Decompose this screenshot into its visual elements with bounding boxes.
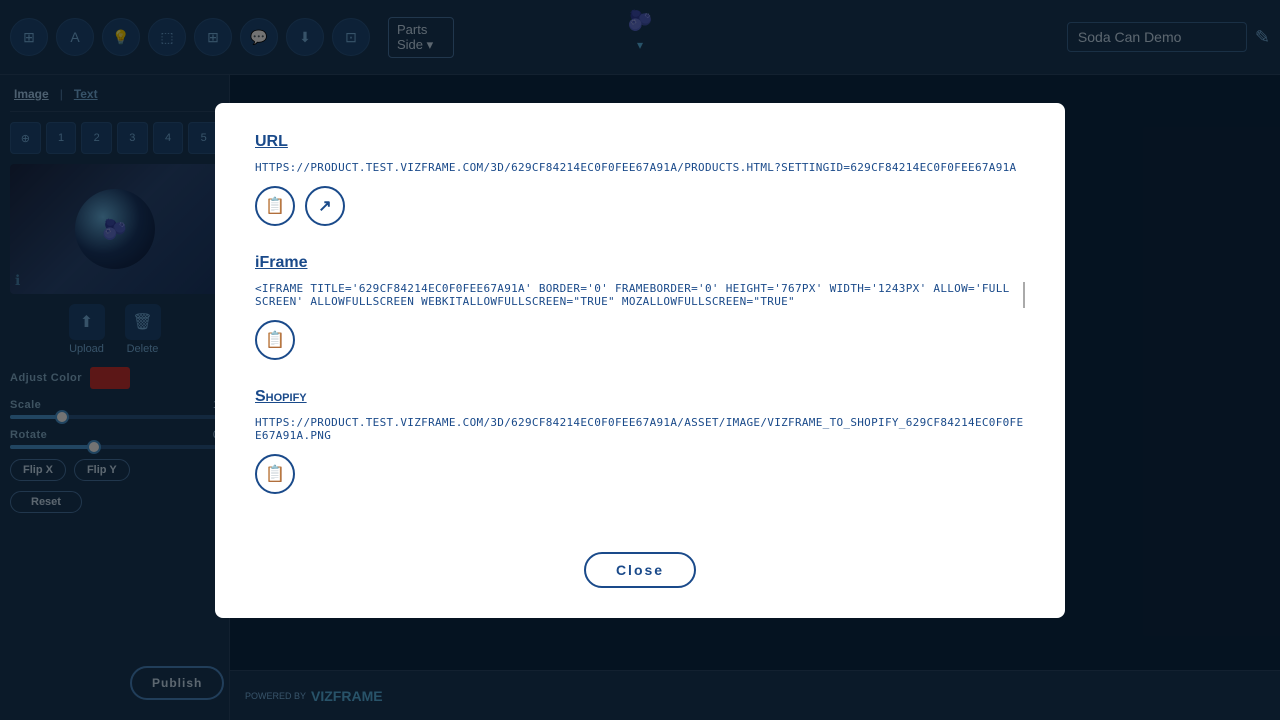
iframe-code-container: <IFRAME TITLE='629CF84214EC0F0FEE67A91A'… [255,282,1025,308]
clipboard-icon: 📋 [265,196,285,216]
shopify-clipboard-icon: 📋 [265,464,285,484]
iframe-copy-button[interactable]: 📋 [255,320,295,360]
shopify-icon-buttons: 📋 [255,454,1025,494]
modal-body: URL HTTPS://PRODUCT.TEST.VIZFRAME.COM/3D… [255,133,1025,522]
iframe-section-title: iFrame [255,254,1025,272]
url-section: URL HTTPS://PRODUCT.TEST.VIZFRAME.COM/3D… [255,133,1025,226]
url-section-title: URL [255,133,1025,151]
external-link-icon: ↗ [318,196,331,216]
iframe-title-text: iFrame [255,254,307,271]
iframe-clipboard-icon: 📋 [265,330,285,350]
iframe-icon-buttons: 📋 [255,320,1025,360]
iframe-code-text: <IFRAME TITLE='629CF84214EC0F0FEE67A91A'… [255,282,1015,308]
shopify-url-text: HTTPS://PRODUCT.TEST.VIZFRAME.COM/3D/629… [255,416,1025,442]
modal-backdrop: URL HTTPS://PRODUCT.TEST.VIZFRAME.COM/3D… [0,0,1280,720]
url-icon-buttons: 📋 ↗ [255,186,1025,226]
iframe-section: iFrame <IFRAME TITLE='629CF84214EC0F0FEE… [255,254,1025,360]
url-text: HTTPS://PRODUCT.TEST.VIZFRAME.COM/3D/629… [255,161,1025,174]
shopify-section-title: Shopify [255,388,1025,406]
close-button[interactable]: Close [584,552,696,588]
share-modal: URL HTTPS://PRODUCT.TEST.VIZFRAME.COM/3D… [215,103,1065,618]
shopify-copy-button[interactable]: 📋 [255,454,295,494]
url-open-button[interactable]: ↗ [305,186,345,226]
shopify-section: Shopify HTTPS://PRODUCT.TEST.VIZFRAME.CO… [255,388,1025,494]
url-copy-button[interactable]: 📋 [255,186,295,226]
modal-footer: Close [255,532,1025,588]
